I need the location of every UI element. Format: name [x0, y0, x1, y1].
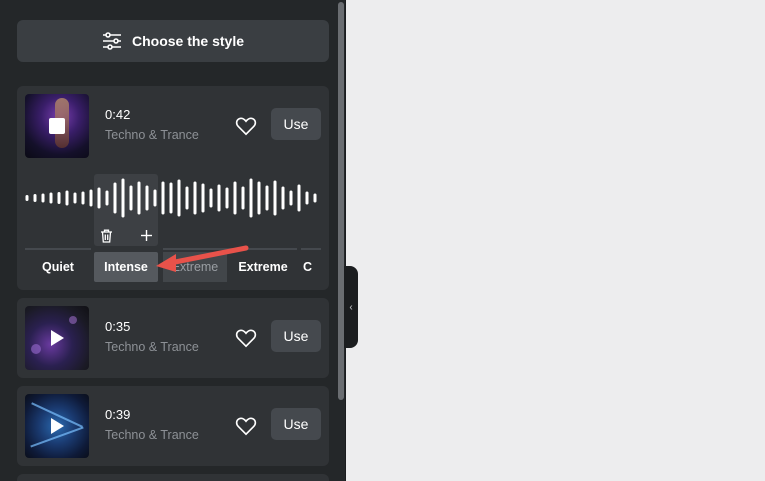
collapse-panel-button[interactable]: ‹: [344, 266, 358, 348]
stop-icon[interactable]: [49, 118, 65, 134]
track-card[interactable]: 0:39 Techno & Trance Use: [17, 386, 329, 466]
choose-style-button[interactable]: Choose the style: [17, 20, 329, 62]
track-genre: Techno & Trance: [105, 128, 199, 142]
segment-tools: [94, 228, 158, 244]
use-button[interactable]: Use: [271, 408, 321, 440]
use-button[interactable]: Use: [271, 108, 321, 140]
track-genre: Techno & Trance: [105, 340, 199, 354]
segment-extreme-dragging[interactable]: Extreme: [163, 252, 227, 282]
segment-next[interactable]: C: [303, 252, 323, 282]
track-card[interactable]: 0:42 Techno & Trance Use Quiet Intense E…: [17, 86, 329, 290]
music-panel: Choose the style 0:42 Techno & Trance Us…: [0, 0, 345, 481]
chevron-left-icon: ‹: [349, 301, 353, 313]
heart-icon[interactable]: [235, 416, 257, 436]
sliders-icon: [102, 32, 121, 50]
track-duration: 0:42: [105, 107, 131, 122]
segment-quiet[interactable]: Quiet: [26, 252, 90, 282]
heart-icon[interactable]: [235, 116, 257, 136]
track-thumbnail[interactable]: [25, 394, 89, 458]
track-thumbnail[interactable]: [25, 306, 89, 370]
track-duration: 0:39: [105, 407, 131, 422]
audio-waveform[interactable]: [17, 178, 329, 218]
track-card[interactable]: [17, 474, 329, 481]
segment-intense[interactable]: Intense: [94, 252, 158, 282]
play-icon[interactable]: [49, 329, 65, 347]
choose-style-label: Choose the style: [131, 33, 245, 49]
track-genre: Techno & Trance: [105, 428, 199, 442]
track-thumbnail[interactable]: [25, 94, 89, 158]
play-icon[interactable]: [49, 417, 65, 435]
segment-extreme[interactable]: Extreme: [231, 252, 295, 282]
trash-icon[interactable]: [100, 229, 113, 243]
heart-icon[interactable]: [235, 328, 257, 348]
track-duration: 0:35: [105, 319, 131, 334]
plus-icon[interactable]: [140, 229, 153, 242]
design-canvas[interactable]: [345, 0, 765, 481]
use-button[interactable]: Use: [271, 320, 321, 352]
track-card[interactable]: 0:35 Techno & Trance Use: [17, 298, 329, 378]
